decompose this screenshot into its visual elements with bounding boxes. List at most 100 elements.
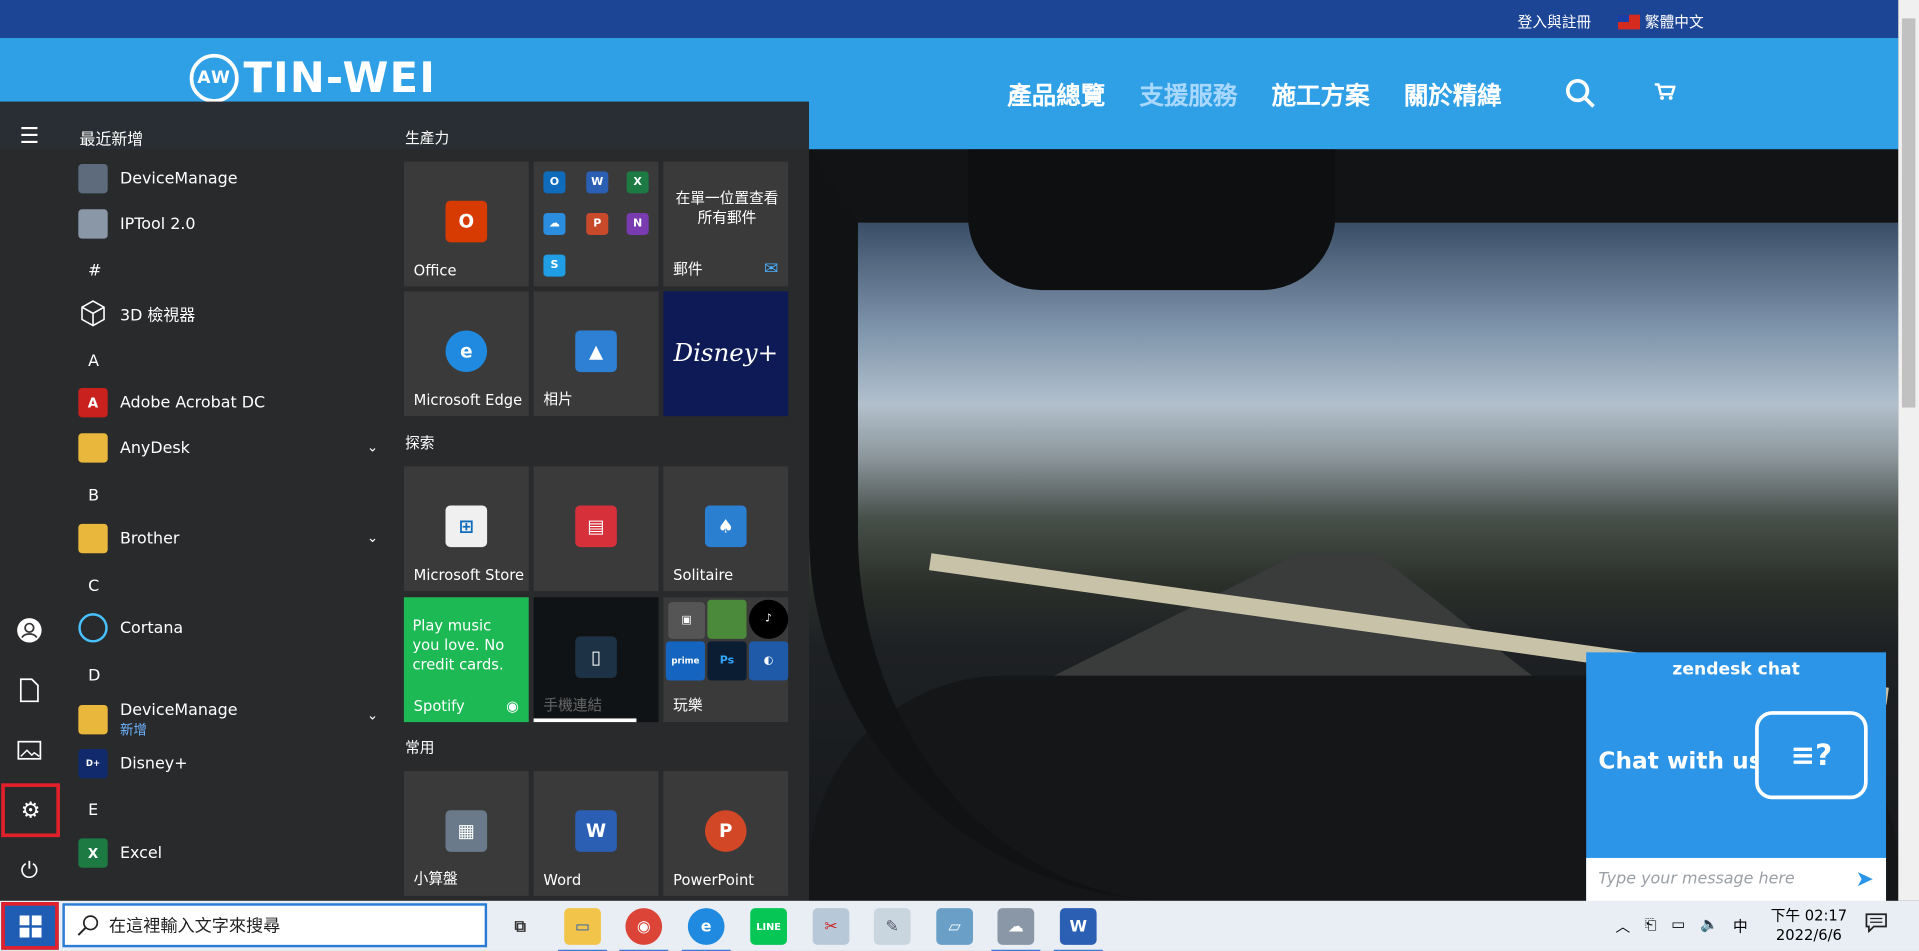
excel-icon: X: [78, 838, 108, 868]
app-label: DeviceManage: [119, 700, 238, 720]
pictures-icon[interactable]: [0, 721, 59, 780]
taskbar-clock[interactable]: 下午 02:17 2022/6/6: [1762, 906, 1855, 945]
tile-office-apps[interactable]: O W X ☁ P N S: [533, 161, 659, 287]
nav-support[interactable]: 支援服務: [1139, 76, 1237, 111]
tile-spotify[interactable]: Play music you love. No credit cards. Sp…: [403, 597, 529, 723]
excel-icon: X: [626, 171, 649, 194]
hamburger-menu-icon[interactable]: ☰: [0, 106, 59, 165]
send-icon[interactable]: ➤: [1855, 867, 1873, 893]
settings-gear-icon[interactable]: ⚙: [1, 783, 60, 838]
tile-photos[interactable]: ▲ 相片: [533, 291, 659, 417]
app-label: IPTool 2.0: [119, 214, 196, 234]
zendesk-brand: zendesk chat: [1672, 659, 1800, 680]
line-icon[interactable]: LINE: [750, 908, 787, 945]
section-letter[interactable]: B: [88, 487, 99, 505]
user-account-icon[interactable]: [0, 601, 59, 660]
app-3d-viewer[interactable]: 3D 檢視器: [78, 295, 378, 332]
onedrive-icon: ☁: [543, 212, 566, 235]
notification-icon[interactable]: [1865, 913, 1887, 937]
paint-icon[interactable]: ✎: [873, 908, 911, 945]
tile-solitaire[interactable]: ♠ Solitaire: [663, 466, 789, 592]
section-letter[interactable]: C: [88, 578, 99, 596]
device-manage-icon: [78, 164, 108, 194]
app-disney[interactable]: D+ Disney+: [78, 745, 378, 782]
edge-icon[interactable]: e: [681, 908, 731, 951]
app-devicemanage-recent[interactable]: DeviceManage: [78, 160, 378, 197]
onenote-icon: N: [626, 212, 649, 235]
nav-about[interactable]: 關於精緯: [1404, 76, 1502, 111]
cube-icon: [78, 299, 107, 328]
tile-label: Microsoft Store: [413, 566, 525, 584]
zendesk-chat-widget[interactable]: zendesk chat Chat with us ≡? Type your m…: [1586, 652, 1887, 903]
snipping-tool-icon[interactable]: ✂: [812, 908, 850, 945]
chrome-icon[interactable]: ◉: [619, 908, 669, 951]
tile-disney-plus[interactable]: Disney+: [663, 291, 789, 417]
section-letter[interactable]: D: [88, 667, 100, 685]
iptool-icon[interactable]: ☁: [991, 908, 1041, 951]
tile-edge[interactable]: e Microsoft Edge: [403, 291, 529, 417]
logo-text: TIN-WEI: [243, 53, 437, 103]
section-letter[interactable]: E: [88, 802, 98, 820]
app-label: DeviceManage: [119, 169, 238, 188]
page-scrollbar[interactable]: [1898, 0, 1919, 901]
power-icon[interactable]: ⏻: [0, 841, 59, 900]
group-productivity: 生產力: [405, 129, 450, 147]
app-cortana[interactable]: Cortana: [78, 610, 378, 647]
chat-message-input[interactable]: Type your message here: [1586, 857, 1887, 903]
nav-solutions[interactable]: 施工方案: [1272, 76, 1370, 111]
chevron-down-icon[interactable]: ⌄: [367, 530, 378, 546]
documents-icon[interactable]: [0, 661, 59, 720]
device-icon[interactable]: ⎗: [1645, 915, 1657, 936]
tile-word[interactable]: W Word: [533, 771, 659, 896]
search-icon[interactable]: [1564, 77, 1596, 114]
chevron-up-icon[interactable]: ︿: [1616, 915, 1631, 936]
tile-powerpoint[interactable]: P PowerPoint: [663, 771, 789, 896]
chevron-down-icon[interactable]: ⌄: [367, 439, 378, 455]
tile-mail[interactable]: 在單一位置查看所有郵件 郵件 ✉: [663, 161, 789, 287]
login-link[interactable]: 登入與註冊: [1518, 11, 1591, 32]
app-excel[interactable]: X Excel: [78, 835, 378, 872]
app-label: Brother: [119, 529, 180, 548]
folder-icon: [78, 433, 108, 463]
tile-label: PowerPoint: [673, 871, 755, 889]
file-explorer-icon[interactable]: ▭: [558, 908, 608, 951]
skype-icon: S: [543, 254, 566, 277]
tile-store[interactable]: ⊞ Microsoft Store: [403, 466, 529, 592]
section-letter[interactable]: A: [88, 352, 99, 370]
start-button[interactable]: [1, 902, 59, 950]
language-selector[interactable]: 繁體中文: [1617, 11, 1704, 32]
tile-phone-link[interactable]: ▯ 手機連結: [533, 597, 659, 723]
nav-products[interactable]: 產品總覽: [1007, 76, 1105, 111]
dolby-icon: ◐: [749, 641, 789, 681]
word-icon[interactable]: W: [1053, 908, 1103, 951]
cart-icon[interactable]: [1653, 82, 1676, 106]
site-logo[interactable]: AW TIN-WEI: [189, 53, 479, 103]
app-anydesk-folder[interactable]: AnyDesk ⌄: [78, 430, 378, 467]
scrollbar-thumb[interactable]: [1901, 18, 1916, 408]
app-devicemanage-folder[interactable]: DeviceManage 新增 ⌄: [78, 698, 378, 742]
tile-office[interactable]: O Office: [403, 161, 529, 287]
volume-icon[interactable]: 🔈: [1700, 915, 1718, 936]
notes-icon[interactable]: ▱: [936, 908, 974, 945]
app-label: 3D 檢視器: [119, 306, 196, 325]
app-acrobat[interactable]: A Adobe Acrobat DC: [78, 384, 378, 421]
tile-calculator[interactable]: ▦ 小算盤: [403, 771, 529, 896]
section-letter[interactable]: #: [88, 262, 101, 280]
taskbar-search-box[interactable]: 在這裡輸入文字來搜尋: [62, 903, 488, 948]
task-view-icon[interactable]: ⧉: [502, 908, 539, 945]
ime-indicator[interactable]: 中: [1733, 915, 1748, 936]
tile-news[interactable]: ▤: [533, 466, 659, 592]
app-iptool[interactable]: IPTool 2.0: [78, 206, 378, 243]
folder-icon: [78, 523, 108, 554]
chat-bubble-icon: ≡?: [1755, 711, 1868, 800]
outlook-icon: O: [543, 171, 566, 194]
app-brother-folder[interactable]: Brother ⌄: [78, 520, 378, 557]
app-label-group: DeviceManage 新增: [120, 701, 238, 739]
group-explore: 探索: [405, 434, 435, 452]
cortana-icon: [78, 613, 108, 643]
network-icon[interactable]: ▭: [1671, 915, 1685, 936]
progress-bar: [533, 718, 637, 723]
app-label: Adobe Acrobat DC: [119, 393, 266, 412]
chevron-down-icon[interactable]: ⌄: [367, 707, 378, 723]
tile-play-folder[interactable]: ▣ ♪ prime Ps ◐ 玩樂: [663, 597, 789, 723]
